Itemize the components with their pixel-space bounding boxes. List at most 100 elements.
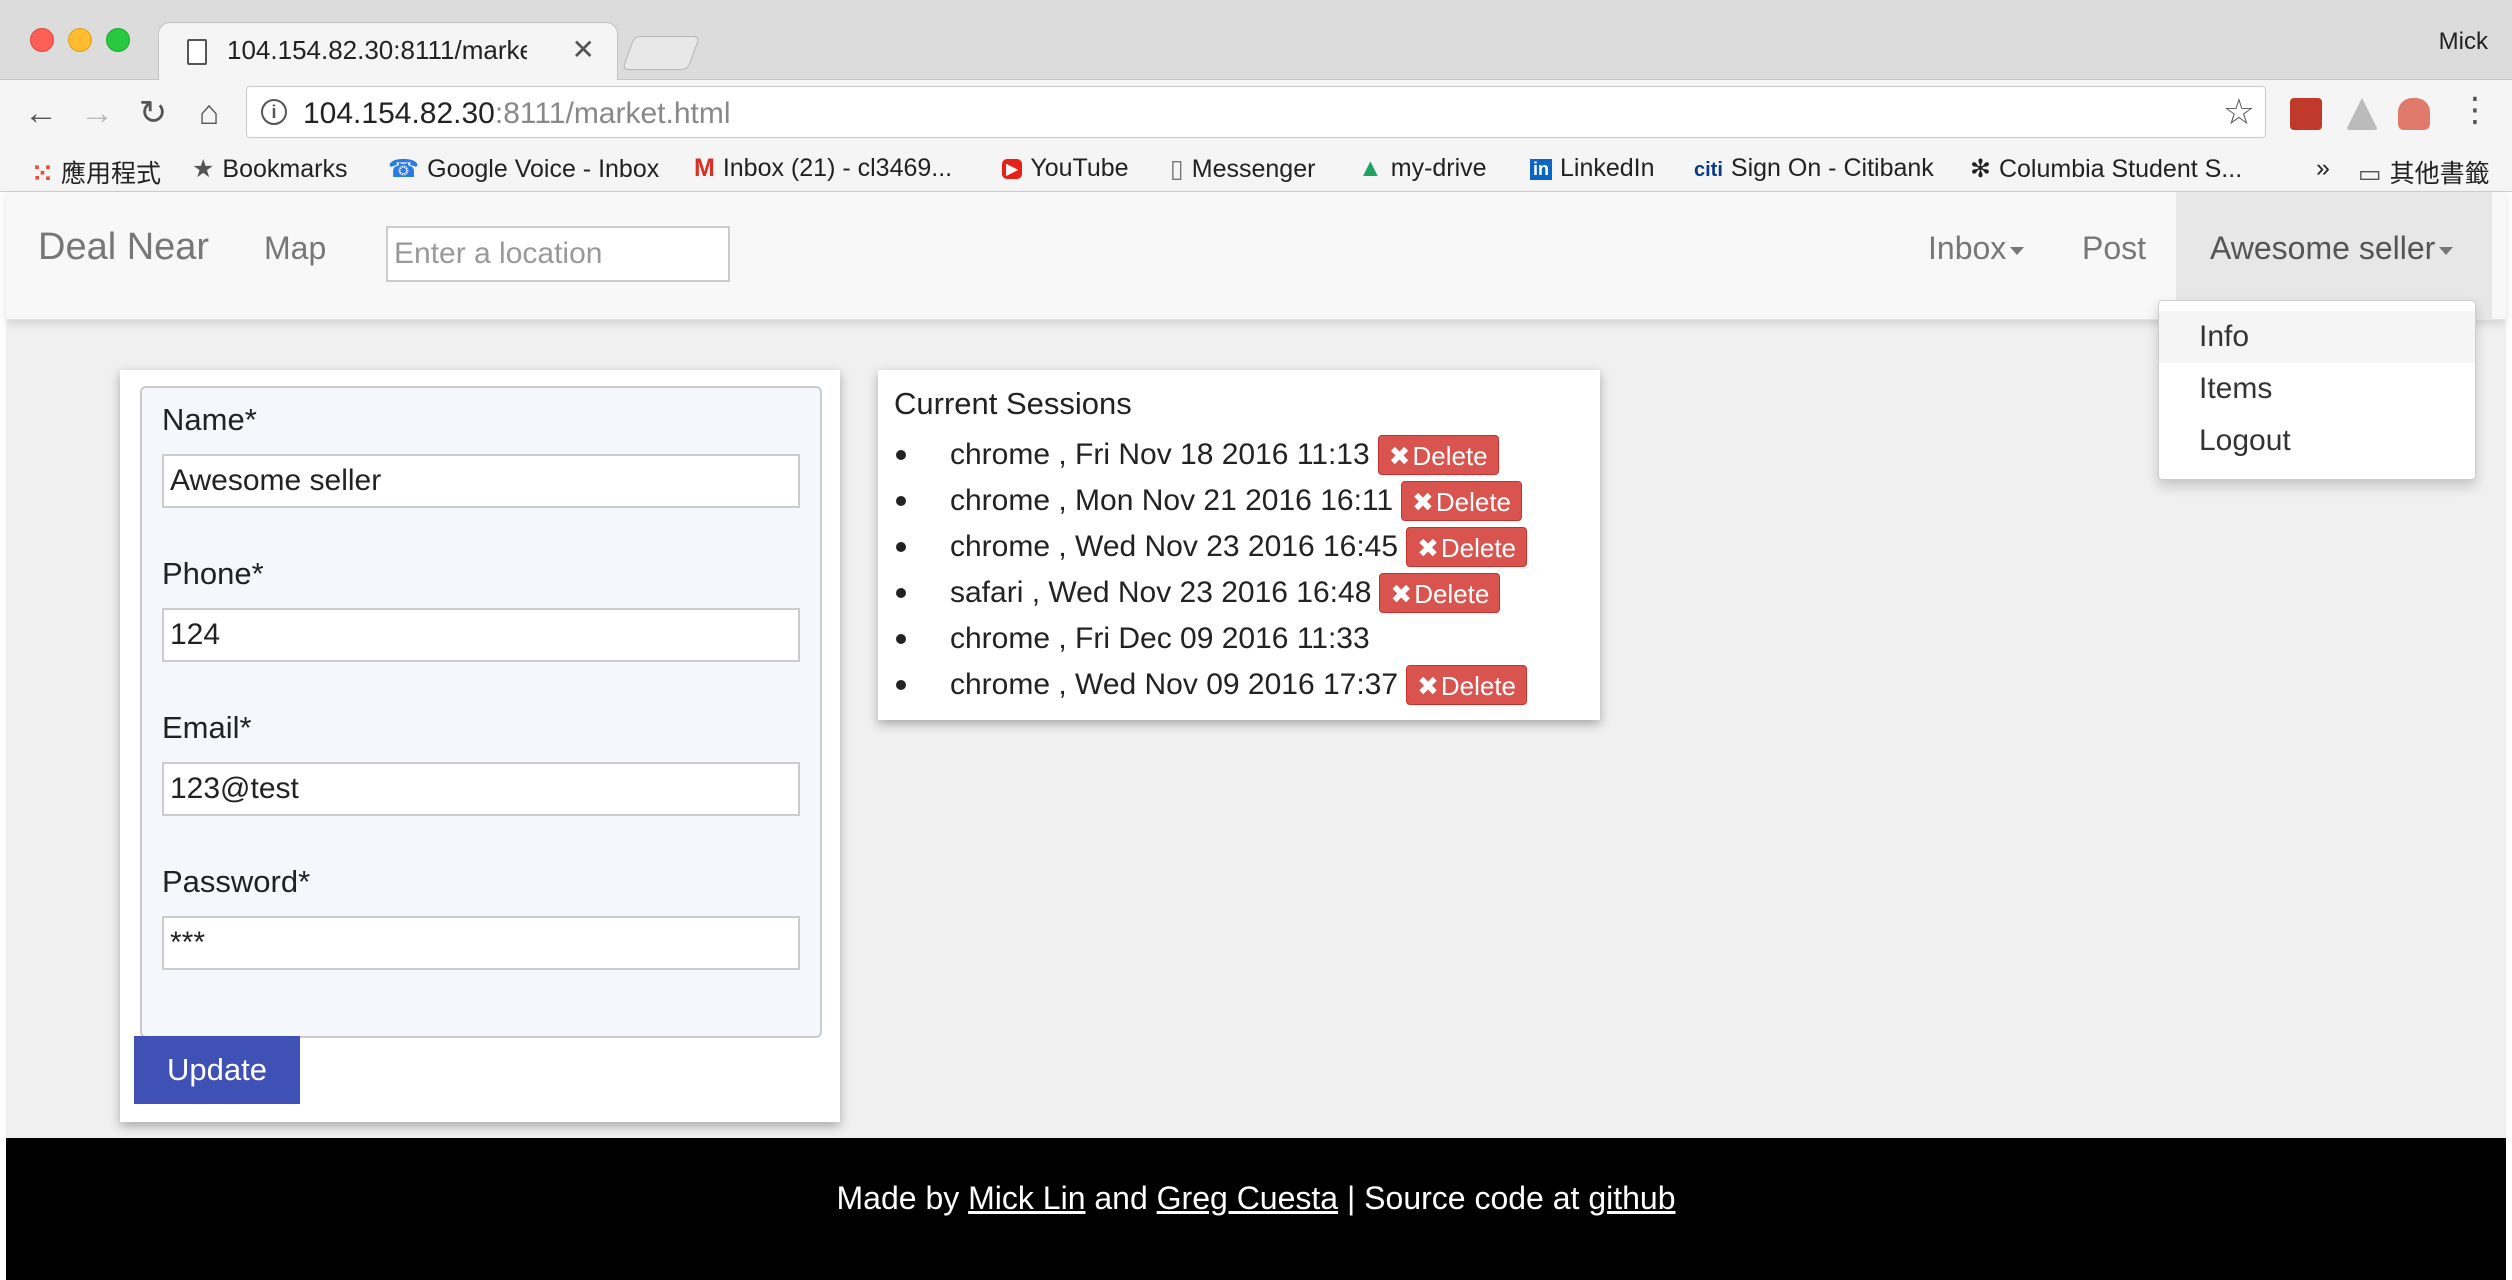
window-close-button[interactable] — [30, 28, 54, 52]
session-row: chrome , Mon Nov 21 2016 16:11 ✖Delete — [894, 478, 1527, 524]
reload-icon[interactable]: ↻ — [132, 92, 174, 134]
delete-session-button[interactable]: ✖Delete — [1377, 435, 1499, 475]
nav-inbox-label: Inbox — [1928, 230, 2007, 266]
menu-item-logout[interactable]: Logout — [2159, 415, 2475, 467]
session-row: chrome , Wed Nov 23 2016 16:45 ✖Delete — [894, 524, 1528, 570]
session-text: safari , Wed Nov 23 2016 16:48 — [950, 576, 1372, 609]
phone-label: Phone* — [162, 556, 264, 591]
bullet-icon — [896, 450, 906, 460]
drive-icon: ▲ — [1358, 154, 1383, 182]
bookmark-youtube[interactable]: ▶ YouTube — [1002, 154, 1129, 183]
sessions-list: chrome , Fri Nov 18 2016 11:13 ✖Delete ch… — [894, 432, 1528, 708]
star-icon: ★ — [192, 155, 215, 183]
bookmark-gmail[interactable]: M Inbox (21) - cl3469... — [694, 154, 952, 183]
bookmark-linkedin[interactable]: in LinkedIn — [1530, 154, 1655, 183]
footer-source: | Source code at — [1346, 1180, 1580, 1216]
chevron-down-icon — [2010, 246, 2025, 255]
delete-session-button[interactable]: ✖Delete — [1401, 481, 1522, 521]
other-bookmarks[interactable]: ▭ 其他書籤 — [2358, 154, 2490, 190]
page-icon — [187, 39, 207, 65]
bookmark-bookmarks[interactable]: ★ Bookmarks — [192, 154, 347, 184]
bookmark-star-icon[interactable]: ☆ — [2223, 91, 2255, 133]
github-link[interactable]: github — [1588, 1180, 1675, 1216]
nav-user-label: Awesome seller — [2210, 230, 2436, 266]
profile-name[interactable]: Mick — [2439, 28, 2488, 56]
phone-field[interactable] — [162, 608, 800, 662]
email-field[interactable] — [162, 762, 800, 816]
url-text[interactable]: 104.154.82.30:8111/market.html — [303, 97, 731, 131]
location-search-input[interactable] — [386, 226, 730, 282]
menu-item-items[interactable]: Items — [2159, 363, 2475, 415]
bullet-icon — [896, 496, 906, 506]
session-text: chrome , Fri Nov 18 2016 11:13 — [950, 438, 1370, 471]
password-field[interactable] — [162, 916, 800, 970]
bookmarks-overflow-button[interactable]: » — [2316, 154, 2330, 183]
url-path: /market.html — [565, 97, 731, 130]
gmail-icon: M — [694, 154, 715, 182]
navbar: Deal Near Map Inbox Post Awesome seller — [6, 192, 2506, 320]
password-label: Password* — [162, 864, 311, 899]
bullet-icon — [896, 680, 906, 690]
close-icon: ✖ — [1417, 671, 1439, 701]
name-label: Name* — [162, 402, 257, 437]
delete-session-button[interactable]: ✖Delete — [1406, 665, 1528, 705]
footer-made-by: Made by — [836, 1180, 960, 1216]
bookmark-citibank[interactable]: citi Sign On - Citibank — [1694, 154, 1934, 183]
window-minimize-button[interactable] — [68, 28, 92, 52]
back-arrow-icon[interactable]: ← — [20, 92, 62, 134]
delete-session-button[interactable]: ✖Delete — [1406, 527, 1528, 567]
bullet-icon — [896, 634, 906, 644]
tab-title: 104.154.82.30:8111/market.html — [227, 35, 527, 65]
apps-icon: ⁙ — [32, 160, 53, 188]
bookmark-apps[interactable]: ⁙ 應用程式 — [32, 154, 161, 190]
close-icon: ✖ — [1417, 533, 1439, 563]
home-icon[interactable]: ⌂ — [188, 92, 230, 134]
nav-map-link[interactable]: Map — [264, 230, 326, 267]
browser-tabstrip: 104.154.82.30:8111/market.html ✕ Mick — [0, 0, 2512, 80]
session-row: chrome , Fri Nov 18 2016 11:13 ✖Delete — [894, 432, 1527, 478]
brand-logo[interactable]: Deal Near — [38, 226, 209, 269]
info-icon[interactable]: i — [261, 99, 287, 125]
author-link-mick-lin[interactable]: Mick Lin — [968, 1180, 1085, 1216]
extension-book-icon[interactable] — [2290, 98, 2322, 130]
bookmark-google-voice[interactable]: ☎ Google Voice - Inbox — [388, 154, 659, 184]
delete-session-button[interactable]: ✖Delete — [1379, 573, 1501, 613]
session-row: safari , Wed Nov 23 2016 16:48 ✖Delete — [894, 570, 1527, 616]
browser-toolbar: ← → ↻ ⌂ i 104.154.82.30:8111/market.html… — [0, 80, 2512, 146]
linkedin-icon: in — [1530, 158, 1552, 180]
forward-arrow-icon[interactable]: → — [76, 92, 118, 134]
url-host: 104.154.82.30 — [303, 97, 495, 130]
phone-icon: ☎ — [388, 155, 420, 183]
tab-close-icon[interactable]: ✕ — [572, 33, 595, 66]
session-text: chrome , Mon Nov 21 2016 16:11 — [950, 484, 1394, 517]
footer: Made by Mick Lin and Greg Cuesta | Sourc… — [6, 1138, 2506, 1280]
folder-icon: ▭ — [2358, 160, 2382, 188]
address-bar[interactable]: i 104.154.82.30:8111/market.html ☆ — [246, 86, 2266, 138]
bookmarks-bar: ⁙ 應用程式 ★ Bookmarks ☎ Google Voice - Inbox M… — [0, 146, 2512, 192]
sessions-card: Current Sessions chrome , Fri Nov 18 201… — [878, 370, 1600, 720]
profile-form: Name* Phone* Email* Password* — [140, 386, 822, 1038]
bullet-icon — [896, 588, 906, 598]
name-field[interactable] — [162, 454, 800, 508]
browser-menu-icon[interactable]: ⋮ — [2458, 90, 2492, 130]
author-link-greg-cuesta[interactable]: Greg Cuesta — [1157, 1180, 1338, 1216]
extension-hand-icon[interactable] — [2398, 98, 2430, 130]
window-maximize-button[interactable] — [106, 28, 130, 52]
bullet-icon — [896, 542, 906, 552]
nav-inbox-dropdown[interactable]: Inbox — [1928, 230, 2025, 267]
update-button[interactable]: Update — [134, 1036, 300, 1104]
menu-item-info[interactable]: Info — [2159, 311, 2475, 363]
close-icon: ✖ — [1412, 487, 1434, 517]
session-text: chrome , Wed Nov 23 2016 16:45 — [950, 530, 1399, 563]
bookmark-columbia[interactable]: ✻ Columbia Student S... — [1970, 154, 2242, 184]
browser-tab-active[interactable]: 104.154.82.30:8111/market.html ✕ — [158, 22, 618, 80]
sessions-title: Current Sessions — [894, 386, 1132, 421]
extension-drive-icon[interactable] — [2346, 98, 2378, 130]
bookmark-my-drive[interactable]: ▲ my-drive — [1358, 154, 1487, 183]
bookmark-messenger[interactable]: ▯ Messenger — [1170, 154, 1315, 184]
new-tab-button[interactable] — [621, 36, 701, 70]
session-text: chrome , Wed Nov 09 2016 17:37 — [950, 668, 1399, 701]
nav-post-link[interactable]: Post — [2082, 230, 2146, 267]
page-content: Deal Near Map Inbox Post Awesome seller … — [6, 192, 2506, 1280]
session-row: chrome , Fri Dec 09 2016 11:33 — [894, 616, 1527, 662]
